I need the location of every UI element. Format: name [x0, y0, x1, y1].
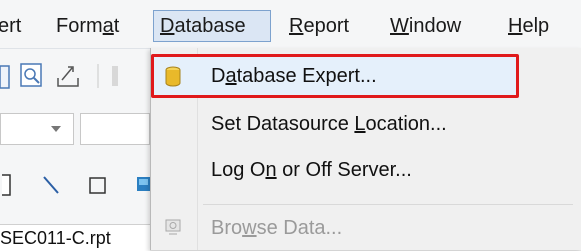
menu-insert[interactable]: ert [0, 10, 27, 42]
menu-item-label: Log On or Off Server... [211, 159, 412, 181]
chevron-down-icon [51, 126, 61, 132]
page-icon[interactable] [0, 65, 10, 89]
menu-item-label: Database Expert... [211, 65, 377, 87]
database-icon [165, 66, 181, 87]
menu-report[interactable]: Report [283, 10, 355, 42]
menu-item-label: Browse Data... [211, 217, 343, 239]
size-combo[interactable] [80, 113, 150, 145]
font-combo[interactable] [0, 113, 74, 145]
menu-window[interactable]: Window [384, 10, 467, 42]
database-menu-dropdown: Database Expert... Set Datasource Locati… [150, 48, 581, 250]
box-tool-icon[interactable] [89, 177, 106, 194]
print-preview-icon[interactable] [20, 63, 42, 87]
menu-database[interactable]: Database [153, 10, 271, 42]
menu-format[interactable]: Format [50, 10, 125, 42]
report-tab[interactable]: SEC011-C.rpt [0, 224, 150, 251]
menu-item-browse-data: Browse Data... [151, 208, 581, 248]
text-object-icon[interactable] [2, 174, 11, 196]
toolbar-row-1 [0, 63, 118, 89]
menu-item-database-expert[interactable]: Database Expert... [151, 56, 581, 96]
menu-item-set-datasource-location[interactable]: Set Datasource Location... [151, 104, 581, 144]
menu-item-label: Set Datasource Location... [211, 113, 447, 135]
menu-separator [203, 204, 573, 205]
browse-data-icon [165, 219, 181, 235]
picture-icon[interactable] [137, 177, 150, 191]
menu-help[interactable]: Help [502, 10, 555, 42]
line-tool-icon[interactable] [43, 176, 59, 194]
toolbar-row-3 [2, 174, 150, 196]
menu-bar: ert Format Database Report Window Help [0, 0, 581, 49]
menu-item-log-on-off-server[interactable]: Log On or Off Server... [151, 150, 581, 190]
export-icon[interactable] [57, 66, 79, 87]
